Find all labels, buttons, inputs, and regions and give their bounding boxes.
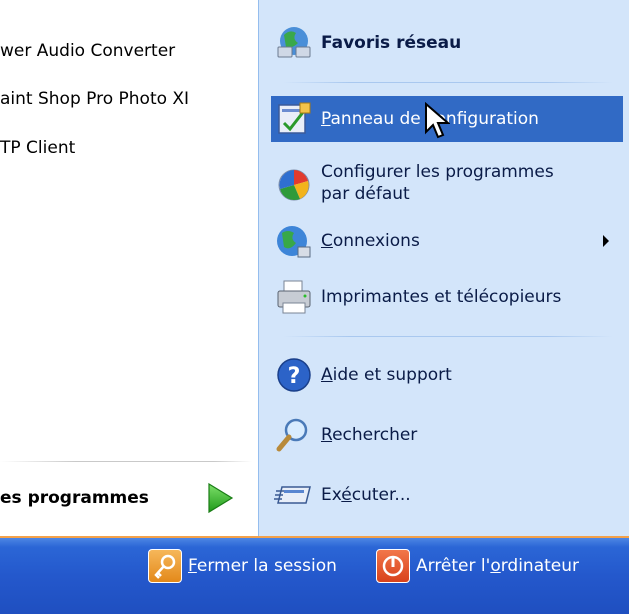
- default-programs-label: Configurer les programmes par défaut: [321, 162, 554, 204]
- logoff-key-icon: [148, 549, 182, 583]
- all-programs-arrow-icon: [208, 482, 234, 514]
- program-item[interactable]: aint Shop Pro Photo XI: [0, 84, 189, 114]
- default-programs-icon: [271, 160, 317, 206]
- search-icon: [271, 412, 317, 458]
- mouse-cursor-icon: [425, 102, 450, 139]
- run-icon: [271, 472, 317, 518]
- divider: [283, 82, 613, 83]
- printers-label: Imprimantes et télécopieurs: [321, 287, 562, 307]
- left-pane: wer Audio Converter aint Shop Pro Photo …: [0, 0, 258, 536]
- printers-item[interactable]: Imprimantes et télécopieurs: [271, 274, 623, 320]
- program-label: aint Shop Pro Photo XI: [0, 89, 190, 109]
- connections-icon: [271, 218, 317, 264]
- bottom-bar: Fermer la session Arrêter l'ordinateur: [0, 536, 629, 614]
- submenu-arrow-icon: [603, 235, 609, 247]
- start-menu: wer Audio Converter aint Shop Pro Photo …: [0, 0, 629, 614]
- shutdown-button[interactable]: Arrêter l'ordinateur: [376, 548, 579, 584]
- connections-label: Connexions: [321, 231, 420, 251]
- printers-icon: [271, 274, 317, 320]
- power-icon: [376, 549, 410, 583]
- run-item[interactable]: Exécuter...: [271, 472, 623, 518]
- log-off-label: Fermer la session: [188, 556, 337, 576]
- svg-text:?: ?: [288, 364, 301, 389]
- network-places-item[interactable]: Favoris réseau: [271, 20, 623, 66]
- log-off-button[interactable]: Fermer la session: [148, 548, 337, 584]
- right-pane: Favoris réseau Panneau de configuration: [258, 0, 629, 536]
- network-places-icon: [271, 20, 317, 66]
- search-item[interactable]: Rechercher: [271, 412, 623, 458]
- help-support-item[interactable]: ? Aide et support: [271, 352, 623, 398]
- control-panel-icon: [271, 96, 317, 142]
- help-icon: ?: [271, 352, 317, 398]
- connections-item[interactable]: Connexions: [271, 218, 623, 264]
- divider: [283, 336, 613, 337]
- help-support-label: Aide et support: [321, 365, 452, 385]
- program-label: wer Audio Converter: [0, 41, 176, 61]
- program-item[interactable]: TP Client: [0, 133, 75, 163]
- program-item[interactable]: wer Audio Converter: [0, 36, 175, 66]
- all-programs-button[interactable]: es programmes: [0, 474, 258, 522]
- run-label: Exécuter...: [321, 485, 411, 505]
- program-label: TP Client: [0, 138, 76, 158]
- all-programs-label: es programmes: [0, 488, 149, 508]
- search-label: Rechercher: [321, 425, 418, 445]
- network-places-label: Favoris réseau: [321, 33, 462, 53]
- divider: [0, 461, 252, 462]
- shutdown-label: Arrêter l'ordinateur: [416, 556, 580, 576]
- default-programs-item[interactable]: Configurer les programmes par défaut: [271, 154, 623, 212]
